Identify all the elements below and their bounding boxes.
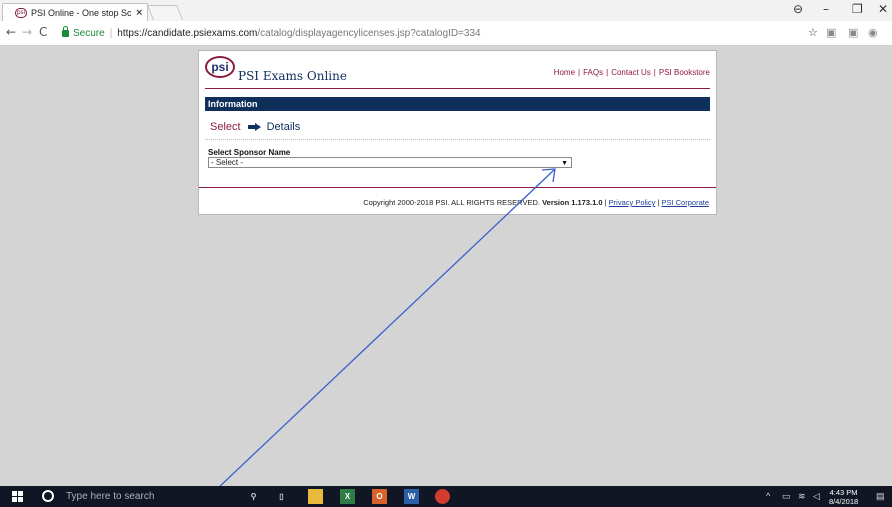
maximize-button[interactable]: ❐ <box>852 2 863 16</box>
secure-label: Secure <box>73 27 105 39</box>
page-footer: Copyright 2000-2018 PSI. ALL RIGHTS RESE… <box>363 198 709 207</box>
browser-tab[interactable]: psi PSI Online - One stop Sc × <box>2 3 148 21</box>
dropdown-caret-icon[interactable]: ▼ <box>561 159 568 168</box>
right-arrow-icon <box>247 123 261 131</box>
url-host: https://candidate.psiexams.com <box>117 27 258 39</box>
battery-icon[interactable]: ▭ <box>782 491 791 502</box>
privacy-policy-link[interactable]: Privacy Policy <box>609 198 656 207</box>
browser-toolbar: ← → C Secure | https://candidate.psiexam… <box>0 21 892 46</box>
header-divider <box>205 88 710 89</box>
notification-icon[interactable]: ▤ <box>876 491 885 502</box>
clock-time: 4:43 PM <box>829 488 858 497</box>
taskbar-search-input[interactable]: Type here to search <box>66 491 154 502</box>
select-value: - Select - <box>211 158 244 167</box>
tray-chevron-icon[interactable]: ^ <box>766 491 770 501</box>
nav-link-faqs[interactable]: FAQs <box>583 68 603 77</box>
dotted-divider <box>205 139 710 140</box>
address-bar[interactable]: Secure | https://candidate.psiexams.com /… <box>56 24 796 42</box>
windows-start-icon[interactable] <box>12 491 23 502</box>
annotation-line <box>197 169 555 507</box>
tab-title: PSI Online - One stop Sc <box>31 7 132 18</box>
forward-arrow-icon[interactable]: → <box>22 25 32 39</box>
copyright-text: Copyright 2000-2018 PSI. ALL RIGHTS RESE… <box>363 198 540 207</box>
psi-favicon-icon: psi <box>15 7 27 18</box>
outlook-icon[interactable]: O <box>372 489 387 504</box>
new-tab-button[interactable] <box>146 5 184 20</box>
sponsor-name-label: Select Sponsor Name <box>208 148 291 157</box>
url-separator: | <box>109 27 113 39</box>
tab-close-button[interactable]: × <box>135 8 143 18</box>
task-view-icon[interactable]: ▯ <box>274 489 289 504</box>
version-text: Version 1.173.1.0 <box>542 198 603 207</box>
reload-icon[interactable]: C <box>39 25 47 39</box>
url-path: /catalog/displayagencylicenses.jsp?catal… <box>257 27 481 39</box>
back-arrow-icon[interactable]: ← <box>6 25 16 39</box>
step-details: Details <box>266 121 301 133</box>
microphone-icon[interactable]: ⚲ <box>246 489 261 504</box>
extension-icon[interactable]: ◉ <box>868 26 878 39</box>
psi-corporate-link[interactable]: PSI Corporate <box>661 198 709 207</box>
nav-link-home[interactable]: Home <box>554 68 575 77</box>
lock-icon <box>62 25 69 37</box>
top-nav-links: Home | FAQs | Contact Us | PSI Bookstore <box>553 68 710 77</box>
nav-link-contact[interactable]: Contact Us <box>611 68 651 77</box>
taskbar-clock[interactable]: 4:43 PM 8/4/2018 <box>829 488 858 506</box>
chrome-icon[interactable] <box>435 489 450 504</box>
sponsor-name-select[interactable]: - Select - ▼ <box>208 157 572 168</box>
clock-date: 8/4/2018 <box>829 497 859 506</box>
bookmark-star-icon[interactable]: ☆ <box>808 26 818 39</box>
nav-link-bookstore[interactable]: PSI Bookstore <box>659 68 710 77</box>
step-select: Select <box>210 121 241 133</box>
cortana-search-icon[interactable] <box>42 490 54 502</box>
volume-icon[interactable]: ◁ <box>813 491 820 502</box>
psi-logo[interactable]: psi <box>205 56 235 78</box>
footer-divider <box>199 187 716 188</box>
minimize-button[interactable]: – <box>823 2 829 16</box>
account-icon[interactable]: ⊖ <box>793 2 803 16</box>
wifi-icon[interactable]: ≋ <box>798 491 806 502</box>
psi-page-panel: psi PSI Exams Online Home | FAQs | Contact U… <box>198 50 717 215</box>
windows-taskbar: Type here to search ⚲ ▯ X O W ^ ▭ ≋ ◁ 4:… <box>0 486 892 507</box>
step-breadcrumb: Select Details <box>210 121 300 133</box>
extension-icon[interactable]: ▣ <box>848 26 858 39</box>
browser-tab-bar: psi PSI Online - One stop Sc × ⊖ – ❐ ✕ <box>0 0 892 21</box>
excel-icon[interactable]: X <box>340 489 355 504</box>
close-window-button[interactable]: ✕ <box>878 2 888 16</box>
extension-icon[interactable]: ▣ <box>826 26 836 39</box>
section-title-bar: Information <box>205 97 710 111</box>
word-icon[interactable]: W <box>404 489 419 504</box>
file-explorer-icon[interactable] <box>308 489 323 504</box>
site-brand-title: PSI Exams Online <box>238 69 347 83</box>
